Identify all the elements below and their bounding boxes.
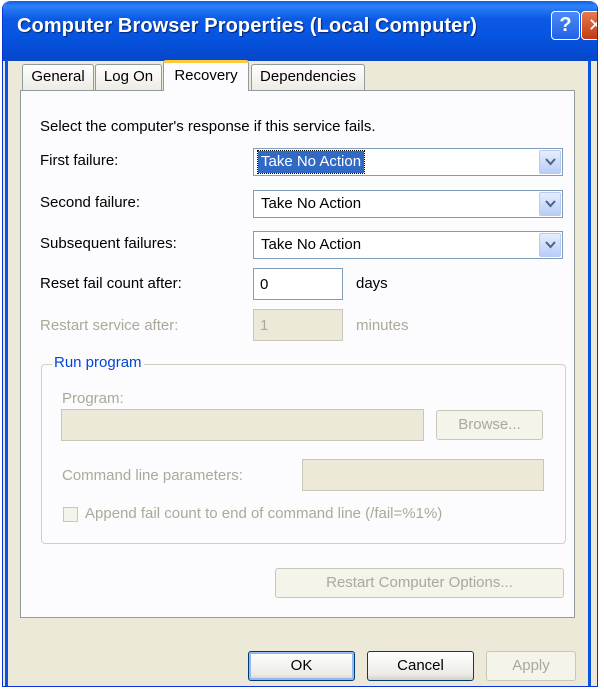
help-button[interactable]: ?: [551, 11, 580, 40]
close-icon: ✕: [588, 15, 597, 35]
help-icon: ?: [559, 14, 572, 36]
tab-recovery[interactable]: Recovery: [163, 60, 249, 91]
close-button[interactable]: ✕: [581, 11, 597, 40]
title-bar[interactable]: Computer Browser Properties (Local Compu…: [3, 1, 597, 61]
window-title: Computer Browser Properties (Local Compu…: [17, 15, 478, 37]
window-frame: [5, 60, 591, 686]
